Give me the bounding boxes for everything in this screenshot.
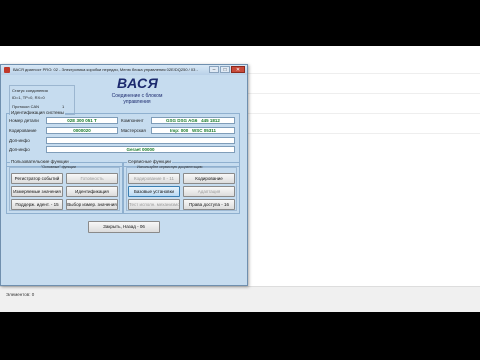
- title-bar[interactable]: ВАСЯ диагност PRO: 02 - Электроника коро…: [1, 65, 247, 75]
- minimize-icon[interactable]: –: [209, 66, 219, 73]
- background-divider: [246, 93, 480, 94]
- vcds-main-window: ВАСЯ диагност PRO: 02 - Электроника коро…: [0, 64, 248, 286]
- adaptation-button[interactable]: Адаптация: [183, 186, 235, 197]
- service-functions-group-label: Сервисные функции: [127, 159, 172, 164]
- protocol-label: Протокол CAN: [12, 104, 40, 109]
- extra-info-1-field: [46, 137, 235, 144]
- vasya-logo: ВАСЯ: [117, 75, 159, 91]
- background-divider: [246, 73, 480, 74]
- part-number-label: Номер детали: [9, 118, 39, 123]
- extra-info-2-label: Доп-инфо: [9, 147, 30, 152]
- service-functions-sublabel: Используйте сервисную документацию: [137, 165, 203, 169]
- identification-group-label: Идентификация системы: [10, 110, 65, 115]
- app-icon: [4, 67, 10, 73]
- advanced-id-button[interactable]: Поддерж. идент. - 15: [11, 199, 63, 210]
- extra-info-1-label: Доп-инфо: [9, 138, 30, 143]
- coding-label: Кодирование: [9, 128, 37, 133]
- window-controls: – □ ✕: [209, 66, 245, 73]
- close-back-button[interactable]: Закрыть, Назад - 06: [88, 221, 160, 233]
- security-access-button[interactable]: Права доступа - 16: [183, 199, 235, 210]
- component-field: GSG DSG AG6 445 1812: [151, 117, 235, 124]
- measured-values-button[interactable]: Измеряемые значения: [11, 186, 63, 197]
- coding-button[interactable]: Кодирование: [183, 173, 235, 184]
- explorer-statusbar: Элементов: 0: [0, 286, 480, 312]
- advanced-measure-button[interactable]: Выбор измер. значения: [66, 199, 118, 210]
- part-number-field: 02E 300 051 T: [46, 117, 118, 124]
- coding-ii-button[interactable]: Кодирование II - 11: [128, 173, 180, 184]
- background-divider: [246, 133, 480, 134]
- background-divider: [246, 113, 480, 114]
- component-name: GSG DSG AG6: [166, 118, 198, 123]
- coding-field: 0000020: [46, 127, 118, 134]
- protocol-value: 1: [62, 104, 65, 109]
- maximize-icon[interactable]: □: [220, 66, 230, 73]
- component-label: Компонент: [121, 118, 144, 123]
- identification-button[interactable]: Идентификация: [66, 186, 118, 197]
- component-version: 445 1812: [201, 118, 220, 123]
- item-count: Элементов: 0: [6, 292, 35, 297]
- workshop-code: WSC 05311: [192, 128, 217, 133]
- basic-settings-button[interactable]: Базовые установки: [128, 186, 180, 197]
- importer-code: Imp: 000: [169, 128, 189, 133]
- window-title: ВАСЯ диагност PRO: 02 - Электроника коро…: [13, 67, 198, 72]
- basic-functions-group-label: Пользовательские функции: [10, 159, 70, 164]
- connection-status-title: Статус соединения: [12, 88, 48, 93]
- logo-subtitle: Соединение с блоком управления: [111, 93, 163, 105]
- extra-info-2-field: Geraet 00000: [46, 146, 235, 153]
- readiness-button[interactable]: Готовность: [66, 173, 118, 184]
- connection-status-line: ID=1, TP=0, RX=0: [12, 95, 45, 100]
- output-tests-button[interactable]: Тест исполн. механизмов: [128, 199, 180, 210]
- fault-codes-button[interactable]: Регистратор событий: [11, 173, 63, 184]
- basic-functions-sublabel: "Основные" функции: [41, 165, 76, 169]
- workshop-field: Imp: 000 WSC 05311: [151, 127, 235, 134]
- desktop-area: Элементов: 0 ВАСЯ диагност PRO: 02 - Эле…: [0, 46, 480, 312]
- close-icon[interactable]: ✕: [231, 66, 245, 73]
- workshop-label: Мастерская: [121, 128, 146, 133]
